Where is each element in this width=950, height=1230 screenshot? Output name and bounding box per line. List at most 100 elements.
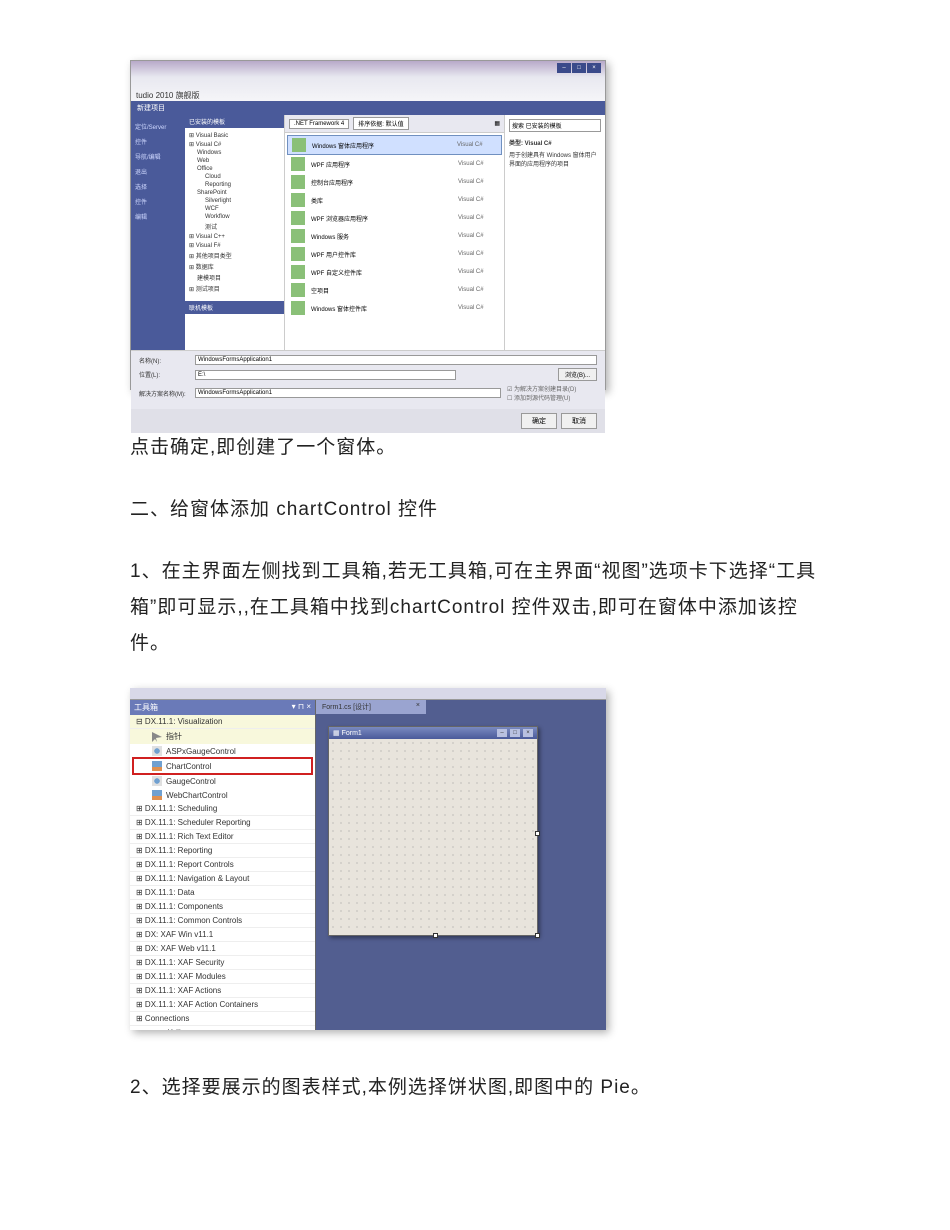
toolbox-category[interactable]: ⊞ DX.11.1: Components [130, 900, 315, 914]
template-item[interactable]: WPF 自定义控件库Visual C# [287, 263, 502, 281]
left-nav-item[interactable]: 退出 [133, 164, 183, 179]
toolbox-category[interactable]: ⊞ DX.11.1: XAF Actions [130, 984, 315, 998]
template-icon [292, 138, 306, 152]
toolbox-item[interactable]: GaugeControl [130, 774, 315, 788]
template-tree[interactable]: ⊞ Visual Basic⊞ Visual C#WindowsWebOffic… [185, 128, 284, 297]
template-item[interactable]: WPF 用户控件库Visual C# [287, 245, 502, 263]
tree-item[interactable]: Workflow [189, 213, 280, 221]
template-item[interactable]: 控制台应用程序Visual C# [287, 173, 502, 191]
form-close-icon: × [523, 729, 533, 737]
left-nav-item[interactable]: 控件 [133, 194, 183, 209]
left-nav-item[interactable]: 定位/Server [133, 119, 183, 134]
create-dir-checkbox[interactable]: ☑ 为解决方案创建目录(D) [507, 384, 597, 393]
paragraph-2: 1、在主界面左侧找到工具箱,若无工具箱,可在主界面“视图”选项卡下选择“工具箱”… [130, 554, 820, 662]
tree-item[interactable]: ⊞ Visual Basic [189, 131, 280, 140]
template-item[interactable]: Windows 窗体控件库Visual C# [287, 299, 502, 317]
source-control-checkbox[interactable]: ☐ 添加到源代码管理(U) [507, 393, 597, 402]
close-icon[interactable]: × [587, 63, 601, 73]
template-name: WPF 应用程序 [311, 160, 452, 169]
left-nav-item[interactable]: 编辑 [133, 209, 183, 224]
resize-handle-icon[interactable] [535, 933, 540, 938]
form-body[interactable] [329, 739, 537, 933]
toolbox-category[interactable]: ⊞ DX.11.1: Rich Text Editor [130, 830, 315, 844]
tree-item[interactable]: Silverlight [189, 197, 280, 205]
designer-panel: Form1.cs [设计]× ▦ Form1 – □ × [316, 700, 606, 1030]
template-item[interactable]: WPF 浏览器应用程序Visual C# [287, 209, 502, 227]
left-nav-item[interactable]: 导航/编辑 [133, 149, 183, 164]
toolbox-category[interactable]: ⊞ DX.11.1: Scheduler Reporting [130, 816, 315, 830]
toolbox-category[interactable]: ⊞ DX.11.1: XAF Modules [130, 970, 315, 984]
toolbox-pin-icon[interactable]: ▾ ⊓ × [292, 702, 311, 713]
minimize-icon[interactable]: – [557, 63, 571, 73]
tree-item[interactable]: WCF [189, 205, 280, 213]
designer-tab[interactable]: Form1.cs [设计]× [316, 700, 426, 714]
designer-canvas[interactable]: ▦ Form1 – □ × [316, 714, 606, 1030]
template-item[interactable]: 类库Visual C# [287, 191, 502, 209]
tree-header: 已安装的模板 [185, 115, 284, 128]
name-field[interactable]: WindowsFormsApplication1 [195, 355, 597, 365]
template-lang: Visual C# [458, 305, 498, 311]
ok-button[interactable]: 确定 [521, 413, 557, 429]
solution-field[interactable]: WindowsFormsApplication1 [195, 388, 501, 398]
toolbox-category[interactable]: ⊞ DX.11.1: Navigation & Layout [130, 872, 315, 886]
tab-close-icon[interactable]: × [416, 702, 420, 709]
tree-item[interactable]: Office [189, 165, 280, 173]
template-item[interactable]: 空项目Visual C# [287, 281, 502, 299]
toolbox-item[interactable]: ChartControl [134, 759, 311, 773]
tree-item[interactable]: Web [189, 157, 280, 165]
toolbox-category[interactable]: ⊞ DX: XAF Win v11.1 [130, 928, 315, 942]
toolbox-category[interactable]: ⊞ Excel 控件 [130, 1026, 315, 1030]
template-item[interactable]: Windows 服务Visual C# [287, 227, 502, 245]
maximize-icon[interactable]: □ [572, 63, 586, 73]
toolbox-list[interactable]: ⊟ DX.11.1: Visualization指针ASPxGaugeContr… [130, 715, 315, 1030]
toolbox-category[interactable]: ⊞ DX.11.1: XAF Security [130, 956, 315, 970]
template-toolbar: .NET Framework 4 排序依据: 默认值 ▦ [285, 115, 504, 133]
template-list[interactable]: Windows 窗体应用程序Visual C#WPF 应用程序Visual C#… [285, 133, 504, 319]
toolbox-category[interactable]: ⊞ DX.11.1: Report Controls [130, 858, 315, 872]
cancel-button[interactable]: 取消 [561, 413, 597, 429]
toolbox-item[interactable]: 指针 [130, 729, 315, 744]
tree-item[interactable]: SharePoint [189, 189, 280, 197]
toolbox-category[interactable]: ⊞ DX.11.1: Data [130, 886, 315, 900]
toolbox-category[interactable]: ⊞ DX.11.1: XAF Action Containers [130, 998, 315, 1012]
toolbox-category[interactable]: ⊟ DX.11.1: Visualization [130, 715, 315, 729]
location-field[interactable]: E:\ [195, 370, 456, 380]
resize-handle-icon[interactable] [535, 831, 540, 836]
vs-new-project-dialog: tudio 2010 旗舰版 – □ × 新建项目 定位/Server控件导航/… [130, 60, 606, 390]
toolbox-category[interactable]: ⊞ Connections [130, 1012, 315, 1026]
form-minimize-icon: – [497, 729, 507, 737]
tree-item[interactable]: ⊞ Visual C++ [189, 232, 280, 241]
tree-item[interactable]: ⊞ Visual F# [189, 241, 280, 250]
left-nav-item[interactable]: 选择 [133, 179, 183, 194]
sort-combo[interactable]: 排序依据: 默认值 [353, 117, 408, 130]
tree-item[interactable]: ⊞ 数据库 [189, 261, 280, 272]
resize-handle-icon[interactable] [433, 933, 438, 938]
toolbox-category[interactable]: ⊞ DX: XAF Web v11.1 [130, 942, 315, 956]
tree-item[interactable]: ⊞ 其他项目类型 [189, 250, 280, 261]
tree-item[interactable]: Cloud [189, 173, 280, 181]
toolbox-panel: 工具箱 ▾ ⊓ × ⊟ DX.11.1: Visualization指针ASPx… [130, 700, 316, 1030]
ptr-icon [152, 732, 162, 742]
toolbox-category[interactable]: ⊞ DX.11.1: Common Controls [130, 914, 315, 928]
tree-item[interactable]: Reporting [189, 181, 280, 189]
framework-combo[interactable]: .NET Framework 4 [289, 119, 349, 129]
toolbox-category[interactable]: ⊞ DX.11.1: Reporting [130, 844, 315, 858]
search-input[interactable]: 搜索 已安装的模板 [509, 119, 601, 132]
form-window[interactable]: ▦ Form1 – □ × [328, 726, 538, 936]
gauge-icon [152, 776, 162, 786]
tree-item[interactable]: ⊞ Visual C# [189, 140, 280, 149]
view-icon[interactable]: ▦ [494, 120, 500, 127]
toolbox-item[interactable]: WebChartControl [130, 788, 315, 802]
tree-item[interactable]: ⊞ 测试项目 [189, 283, 280, 294]
template-item[interactable]: WPF 应用程序Visual C# [287, 155, 502, 173]
tree-item[interactable]: 测试 [189, 221, 280, 232]
online-templates[interactable]: 联机模板 [185, 301, 284, 314]
template-icon [291, 247, 305, 261]
left-nav-item[interactable]: 控件 [133, 134, 183, 149]
toolbox-item[interactable]: ASPxGaugeControl [130, 744, 315, 758]
tree-item[interactable]: Windows [189, 149, 280, 157]
tree-item[interactable]: 建模项目 [189, 272, 280, 283]
browse-button[interactable]: 浏览(B)... [558, 368, 597, 381]
toolbox-category[interactable]: ⊞ DX.11.1: Scheduling [130, 802, 315, 816]
template-item[interactable]: Windows 窗体应用程序Visual C# [287, 135, 502, 155]
